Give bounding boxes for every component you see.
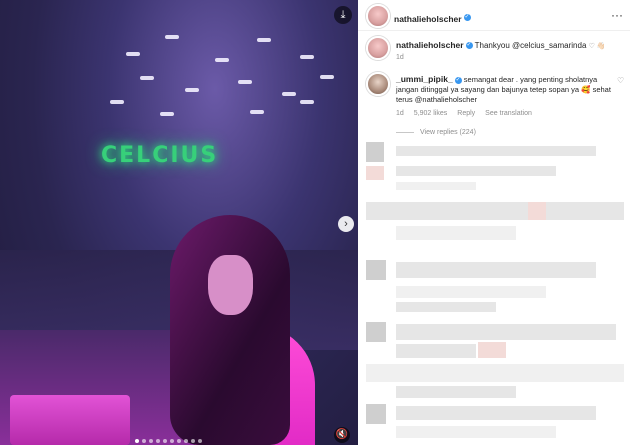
carousel-dot[interactable] xyxy=(142,439,146,443)
next-button[interactable]: › xyxy=(338,216,354,232)
comment-body: _ummi_pipik_ ✓ semangat dear . yang penti… xyxy=(396,74,616,105)
carousel-dot[interactable] xyxy=(184,439,188,443)
caption: nathalieholscher ✓ Thankyou @celcius_sama… xyxy=(396,40,606,63)
mute-icon[interactable]: 🔇 xyxy=(334,427,350,443)
carousel-dot[interactable] xyxy=(149,439,153,443)
reply-link[interactable]: Reply xyxy=(457,110,475,117)
carousel-dot[interactable] xyxy=(177,439,181,443)
dj-person xyxy=(160,215,358,445)
carousel-dot[interactable] xyxy=(198,439,202,443)
avatar[interactable] xyxy=(366,4,390,28)
verified-icon: ✓ xyxy=(454,76,462,84)
caption-avatar[interactable] xyxy=(366,36,390,60)
comment-username[interactable]: _ummi_pipik_ xyxy=(396,74,453,84)
comment-time: 1d xyxy=(396,110,404,117)
carousel-dot[interactable] xyxy=(163,439,167,443)
carousel-dot[interactable] xyxy=(191,439,195,443)
header-user: nathalieholscher ✓ xyxy=(394,9,471,27)
comment-mention[interactable]: @nathalieholscher xyxy=(415,95,477,104)
like-comment-icon[interactable]: ♡ xyxy=(617,76,624,85)
post-media[interactable]: CELCIUS ⤓ › 🔇 xyxy=(0,0,358,445)
caption-username[interactable]: nathalieholscher xyxy=(396,40,464,50)
more-options-icon[interactable]: ··· xyxy=(611,8,623,22)
carousel-dots xyxy=(135,439,202,443)
view-replies[interactable]: View replies (224) xyxy=(396,129,476,136)
dj-controller xyxy=(10,395,130,445)
replies-divider xyxy=(396,132,414,133)
view-replies-label[interactable]: View replies (224) xyxy=(420,129,476,136)
caption-text: Thankyou xyxy=(474,41,510,50)
download-icon[interactable]: ⤓ xyxy=(334,6,352,24)
caption-time: 1d xyxy=(396,54,404,61)
comment-avatar[interactable] xyxy=(366,72,390,96)
verified-icon: ✓ xyxy=(465,42,473,50)
post-header: nathalieholscher ✓ ··· xyxy=(358,0,630,31)
verified-icon: ✓ xyxy=(463,14,471,22)
see-translation-link[interactable]: See translation xyxy=(485,110,532,117)
blurred-comments xyxy=(358,138,630,445)
carousel-dot[interactable] xyxy=(156,439,160,443)
caption-emoji: ♡ 👋🏻 xyxy=(588,43,606,50)
comment-meta: 1d 5,902 likes Reply See translation xyxy=(396,110,532,117)
post-username[interactable]: nathalieholscher xyxy=(394,14,462,24)
caption-mention[interactable]: @celcius_samarinda xyxy=(512,41,586,50)
carousel-dot[interactable] xyxy=(135,439,139,443)
details-panel: nathalieholscher ✓ ··· nathalieholscher ✓ … xyxy=(358,0,630,445)
carousel-dot[interactable] xyxy=(170,439,174,443)
club-sign: CELCIUS xyxy=(101,143,219,168)
comment-likes[interactable]: 5,902 likes xyxy=(414,110,447,117)
